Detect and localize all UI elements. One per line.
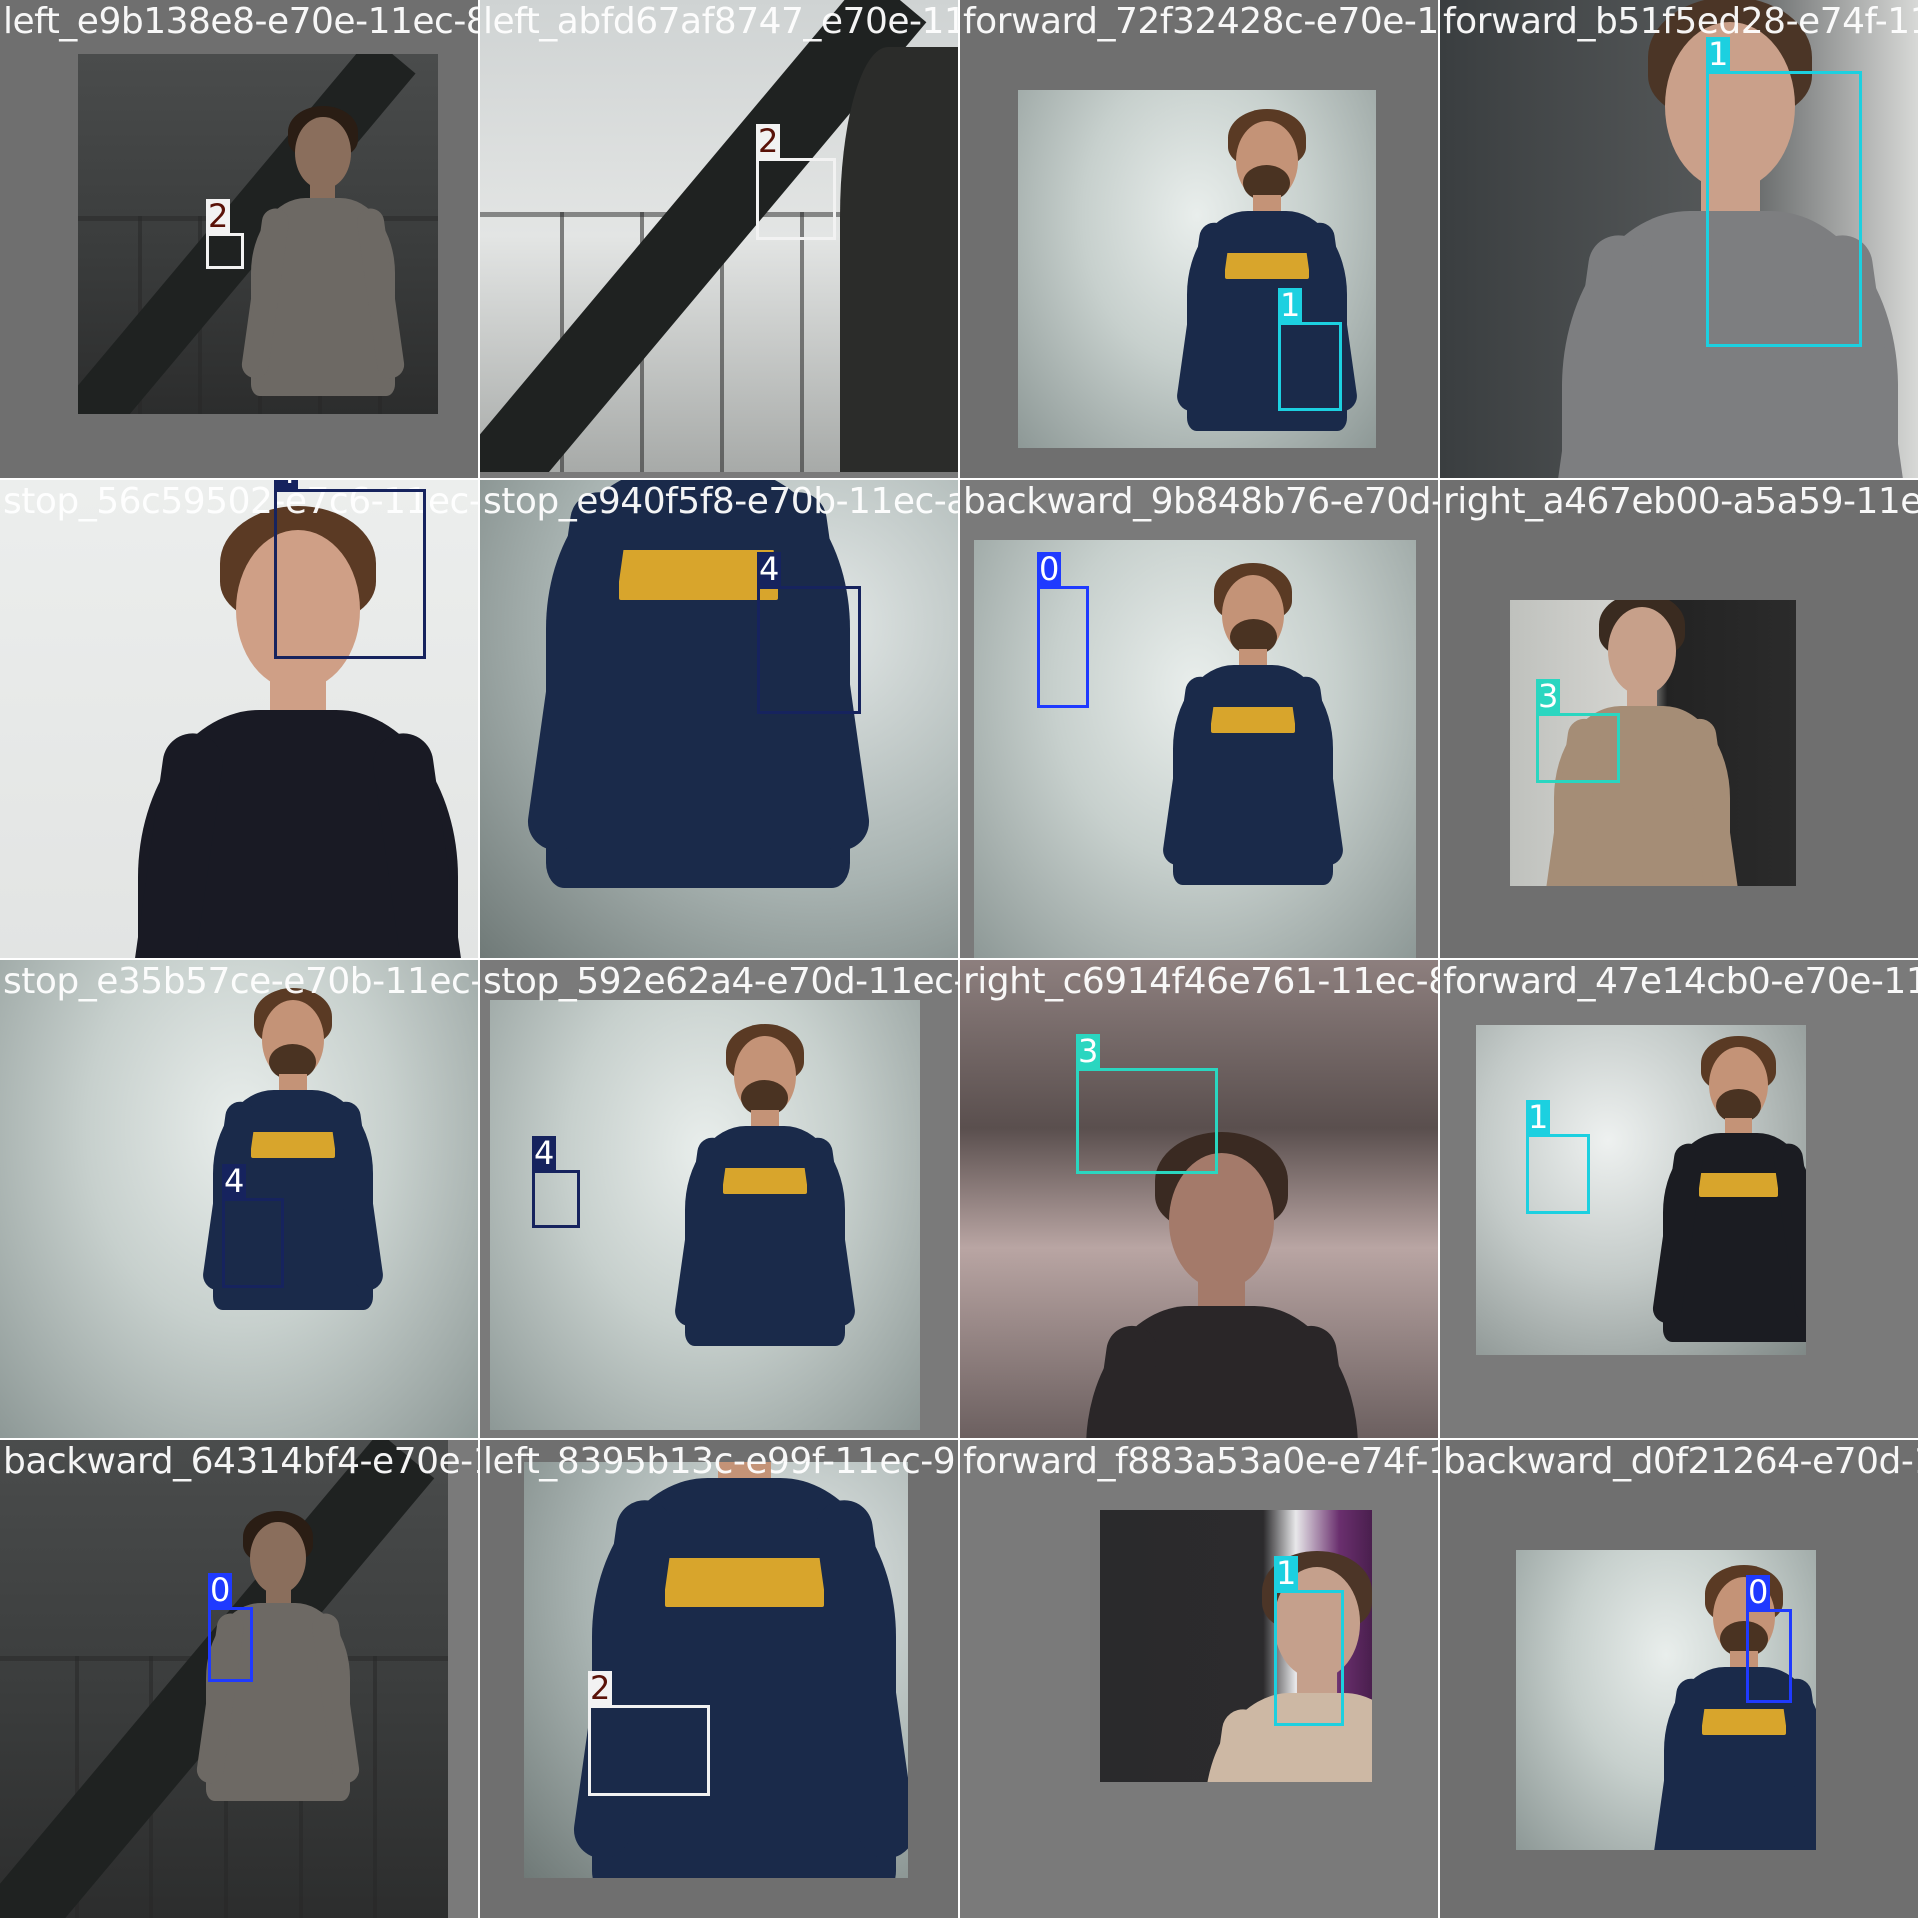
image-filename: forward_47e14cb0-e70e-11e	[1443, 961, 1920, 1002]
mosaic-tile: left_e9b138e8-e70e-11ec-8390-abfd67af874…	[0, 0, 480, 480]
image-filename: forward_72f32428c-e70e-11ec-8da0-b51f5ed…	[963, 1, 1440, 42]
image-filename: left_abfd67af8747_e70e-11ec-8390	[483, 1, 960, 42]
detection-box	[208, 1607, 253, 1682]
detection-box	[1037, 586, 1089, 708]
detection-box	[1706, 71, 1862, 347]
training-photo	[78, 54, 438, 414]
image-filename: forward_f883a53a0e-e74f-11e	[963, 1441, 1440, 1482]
shirt-logo	[722, 1168, 807, 1195]
training-photo	[480, 480, 960, 960]
class-id-label: 4	[532, 1134, 557, 1172]
person-arm-left	[1188, 1707, 1267, 1782]
class-id-label: 2	[588, 1669, 613, 1707]
mosaic-tile: right_c6914f46e761-11ec-8 3	[960, 960, 1440, 1440]
class-id-label: 3	[1536, 677, 1561, 715]
window-mullion	[373, 1656, 378, 1920]
training-photo	[524, 1462, 908, 1878]
shirt-logo	[618, 550, 779, 600]
training-photo	[480, 0, 960, 472]
class-id-label: 2	[756, 122, 781, 160]
class-id-label: 1	[1706, 35, 1731, 73]
detection-box	[274, 489, 426, 659]
shirt-logo	[250, 1131, 335, 1158]
detection-box	[1278, 322, 1342, 411]
detection-mosaic: left_e9b138e8-e70e-11ec-8390-abfd67af874…	[0, 0, 1920, 1920]
mosaic-tile: backward_64314bf4-e70e-1 0	[0, 1440, 480, 1920]
shirt-logo	[1702, 1709, 1786, 1735]
image-filename: stop_e940f5f8-e70b-11ec-a	[483, 481, 960, 522]
class-id-label: 0	[1037, 550, 1062, 588]
person-face	[250, 1522, 307, 1595]
shirt-logo	[1211, 707, 1296, 734]
image-filename: forward_b51f5ed28-e74f-11ec	[1443, 1, 1920, 42]
image-filename: stop_592e62a4-e70d-11ec-8	[483, 961, 960, 1002]
detection-box	[1526, 1134, 1590, 1214]
image-filename: backward_64314bf4-e70e-1	[3, 1441, 480, 1482]
detection-box	[1076, 1068, 1218, 1174]
person-silhouette	[840, 47, 960, 472]
image-filename: stop_e35b57ce-e70b-11ec-a	[3, 961, 480, 1002]
detection-box	[756, 158, 836, 240]
mosaic-tile: backward_d0f21264-e70d-1 0	[1440, 1440, 1920, 1920]
detection-box	[222, 1198, 284, 1288]
detection-box	[757, 586, 861, 714]
class-id-label: 4	[274, 480, 299, 489]
class-id-label: 4	[757, 550, 782, 588]
class-id-label: 0	[1746, 1573, 1771, 1611]
mosaic-tile: left_8395b13c-e99f-11ec-97 2	[480, 1440, 960, 1920]
class-id-label: 2	[206, 197, 231, 235]
image-filename: right_c6914f46e761-11ec-8	[963, 961, 1440, 1002]
shirt-logo	[664, 1557, 825, 1608]
mosaic-tile: right_a467eb00-a5a59-11ec-9 3	[1440, 480, 1920, 960]
detection-box	[206, 233, 244, 269]
mosaic-tile: forward_b51f5ed28-e74f-11ec 1	[1440, 0, 1920, 480]
mosaic-tile: forward_47e14cb0-e70e-11e 1	[1440, 960, 1920, 1440]
mosaic-tile: stop_e940f5f8-e70b-11ec-a 4	[480, 480, 960, 960]
class-id-label: 4	[222, 1162, 247, 1200]
mosaic-tile: forward_f883a53a0e-e74f-11e 1	[960, 1440, 1440, 1920]
detection-box	[532, 1170, 580, 1228]
mosaic-tile: left_abfd67af8747_e70e-11ec-8390 2	[480, 0, 960, 480]
person-arm-left	[1065, 1322, 1161, 1440]
mosaic-tile: stop_56c59502-e7c6-11ec-b4	[0, 480, 480, 960]
detection-box	[588, 1705, 710, 1796]
mosaic-tile: stop_e35b57ce-e70b-11ec-a 4	[0, 960, 480, 1440]
detection-box	[1274, 1590, 1344, 1726]
person-face	[1607, 606, 1677, 695]
class-id-label: 1	[1278, 286, 1303, 324]
class-id-label: 1	[1274, 1554, 1299, 1592]
class-id-label: 1	[1526, 1098, 1551, 1136]
class-id-label: 0	[208, 1571, 233, 1609]
window-mullion	[800, 212, 804, 472]
person-face	[294, 116, 351, 189]
person-arm-right	[1282, 1322, 1378, 1440]
image-filename: backward_9b848b76-e70d-1	[963, 481, 1440, 522]
shirt-logo	[1698, 1172, 1779, 1198]
mosaic-tile: backward_9b848b76-e70d-1 0	[960, 480, 1440, 960]
training-photo	[960, 960, 1440, 1440]
shirt-logo	[1224, 253, 1309, 280]
image-filename: left_e9b138e8-e70e-11ec-8390-abfd67af874…	[3, 1, 480, 42]
image-filename: backward_d0f21264-e70d-1	[1443, 1441, 1920, 1482]
image-filename: right_a467eb00-a5a59-11ec-9	[1443, 481, 1920, 522]
class-id-label: 3	[1076, 1032, 1101, 1070]
detection-box	[1746, 1609, 1792, 1703]
mosaic-tile: forward_72f32428c-e70e-11ec-8da0-b51f5ed…	[960, 0, 1440, 480]
mosaic-tile: stop_592e62a4-e70d-11ec-8 4	[480, 960, 960, 1440]
detection-box	[1536, 713, 1620, 783]
image-filename: left_8395b13c-e99f-11ec-97	[483, 1441, 960, 1482]
